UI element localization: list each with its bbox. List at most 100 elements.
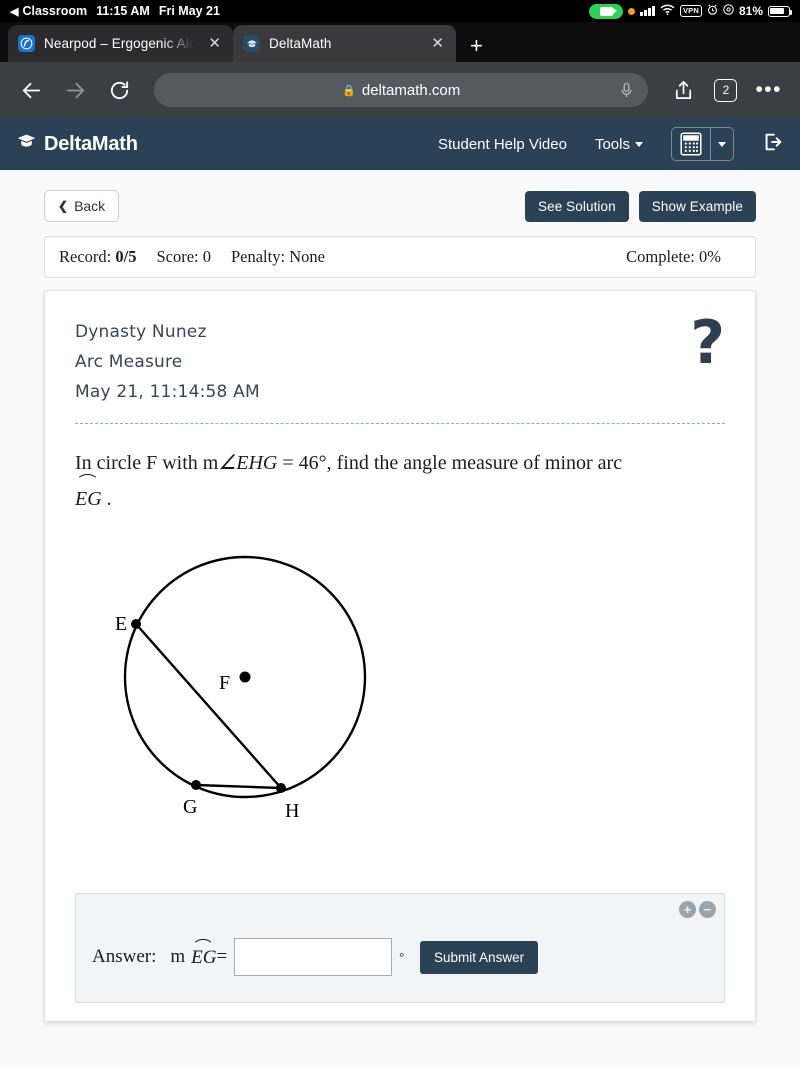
calculator-dropdown-button[interactable] bbox=[710, 128, 733, 160]
measure-symbol: m bbox=[170, 946, 186, 967]
complete-value: 0% bbox=[699, 247, 721, 266]
header-divider bbox=[75, 423, 725, 424]
problem-text-part2: , find the angle measure of minor arc bbox=[326, 452, 623, 474]
circle-figure-svg: E G H F bbox=[115, 555, 367, 822]
back-to-app-arrow-icon[interactable]: ◀ bbox=[10, 5, 18, 18]
screen-recording-indicator-icon bbox=[589, 3, 624, 19]
assignment-header: Dynasty Nunez Arc Measure May 21, 11:14:… bbox=[75, 308, 725, 407]
back-arrow-icon[interactable] bbox=[18, 77, 44, 103]
record-label: Record: bbox=[59, 247, 112, 266]
complete-label: Complete: bbox=[626, 247, 695, 266]
new-tab-button[interactable]: + bbox=[456, 35, 497, 62]
address-bar[interactable]: 🔒 deltamath.com bbox=[154, 73, 649, 107]
assignment-info: Dynasty Nunez Arc Measure May 21, 11:14:… bbox=[75, 317, 260, 407]
close-tab-icon[interactable]: ✕ bbox=[206, 36, 223, 51]
record-group: Record: 0/5 bbox=[59, 247, 136, 267]
back-to-app-label[interactable]: Classroom bbox=[22, 4, 87, 18]
forward-arrow-icon[interactable] bbox=[62, 77, 88, 103]
page-content: ❮ Back See Solution Show Example Record:… bbox=[0, 170, 800, 1067]
arc-overbar-icon bbox=[192, 939, 214, 948]
reload-icon[interactable] bbox=[106, 77, 132, 103]
microphone-icon[interactable] bbox=[619, 82, 634, 99]
problem-period: . bbox=[106, 488, 112, 510]
point-e-dot bbox=[131, 619, 141, 629]
calculator-button-group bbox=[671, 127, 734, 161]
answer-label: Answer: bbox=[92, 946, 157, 967]
answer-panel: + − Answer: m EG = ° Submit Answer bbox=[75, 893, 725, 1003]
answer-arc-name: EG bbox=[191, 947, 217, 968]
student-name: Dynasty Nunez bbox=[75, 322, 207, 342]
wifi-icon bbox=[660, 4, 675, 18]
arc-notation-eg: EG bbox=[75, 474, 102, 516]
question-mark-icon: ? bbox=[690, 308, 725, 378]
show-example-button[interactable]: Show Example bbox=[638, 190, 756, 222]
penalty-value: None bbox=[289, 247, 325, 266]
deltamath-navbar: DeltaMath Student Help Video Tools bbox=[0, 118, 800, 170]
status-bar-right: VPN 81% bbox=[589, 3, 793, 19]
brand-label: DeltaMath bbox=[44, 132, 138, 155]
complete-group: Complete: 0% bbox=[626, 247, 721, 267]
status-bar-time: 11:15 AM bbox=[96, 4, 150, 18]
angle-symbol: ∠ bbox=[218, 452, 237, 474]
tab-title: Nearpod – Ergogenic Aid bbox=[44, 36, 197, 51]
point-h-dot bbox=[276, 783, 286, 793]
deltamath-logo[interactable]: DeltaMath bbox=[16, 131, 138, 158]
browser-toolbar: 🔒 deltamath.com 2 ••• bbox=[0, 62, 800, 118]
status-bar-date: Fri May 21 bbox=[158, 4, 220, 18]
microphone-in-use-dot-icon bbox=[628, 7, 636, 15]
calculator-icon[interactable] bbox=[672, 128, 710, 160]
navbar-right-group: Student Help Video Tools bbox=[438, 127, 784, 161]
solution-buttons: See Solution Show Example bbox=[524, 190, 756, 222]
arc-name: EG bbox=[75, 488, 102, 510]
browser-tab-strip: Nearpod – Ergogenic Aid ✕ DeltaMath ✕ + bbox=[0, 22, 800, 62]
tab-overview-button[interactable]: 2 bbox=[714, 78, 738, 102]
assignment-timestamp: May 21, 11:14:58 AM bbox=[75, 382, 260, 402]
close-tab-icon[interactable]: ✕ bbox=[429, 36, 446, 51]
circle-diagram: E G H F bbox=[75, 530, 725, 835]
score-bar: Record: 0/5 Score: 0 Penalty: None Compl… bbox=[44, 236, 756, 278]
action-toolbar: ❮ Back See Solution Show Example bbox=[44, 188, 756, 224]
vpn-badge-icon: VPN bbox=[679, 5, 702, 17]
battery-icon bbox=[768, 5, 793, 17]
chevron-down-icon bbox=[635, 141, 643, 147]
back-button-label: Back bbox=[74, 198, 106, 214]
lock-icon: 🔒 bbox=[342, 84, 356, 97]
browser-tab-nearpod[interactable]: Nearpod – Ergogenic Aid ✕ bbox=[8, 25, 233, 62]
penalty-label: Penalty: bbox=[230, 247, 286, 266]
angle-value: 46° bbox=[298, 452, 327, 474]
assignment-topic: Arc Measure bbox=[75, 352, 183, 372]
score-group: Score: 0 bbox=[156, 247, 211, 267]
answer-equals: = bbox=[216, 946, 228, 967]
chord-eh bbox=[135, 623, 282, 789]
answer-arc-notation: EG bbox=[191, 939, 217, 969]
url-text-group: 🔒 deltamath.com bbox=[342, 82, 460, 99]
browser-tab-deltamath[interactable]: DeltaMath ✕ bbox=[233, 25, 456, 62]
student-help-video-link[interactable]: Student Help Video bbox=[438, 136, 567, 153]
point-label-f: F bbox=[219, 672, 230, 694]
submit-answer-button[interactable]: Submit Answer bbox=[420, 940, 539, 974]
zoom-in-button[interactable]: + bbox=[679, 901, 696, 918]
score-value: 0 bbox=[202, 247, 211, 266]
angle-name: EHG bbox=[236, 452, 278, 474]
ios-status-bar: ◀ Classroom 11:15 AM Fri May 21 VPN 81% bbox=[0, 0, 800, 22]
problem-card: Dynasty Nunez Arc Measure May 21, 11:14:… bbox=[44, 290, 756, 1022]
tools-label: Tools bbox=[594, 135, 630, 153]
tab-title: DeltaMath bbox=[269, 36, 332, 51]
point-label-e: E bbox=[115, 613, 127, 635]
problem-text-part1: In circle F with m bbox=[75, 452, 219, 474]
more-options-icon[interactable]: ••• bbox=[755, 79, 782, 100]
tools-menu[interactable]: Tools bbox=[595, 136, 643, 153]
zoom-out-button[interactable]: − bbox=[699, 901, 716, 918]
see-solution-button[interactable]: See Solution bbox=[524, 190, 629, 222]
point-label-g: G bbox=[183, 796, 197, 818]
deltamath-favicon-icon bbox=[243, 35, 260, 52]
logout-button[interactable] bbox=[762, 131, 784, 158]
share-icon[interactable] bbox=[670, 77, 696, 103]
answer-row: Answer: m EG = ° Submit Answer bbox=[76, 894, 724, 976]
score-label: Score: bbox=[156, 247, 199, 266]
answer-input[interactable] bbox=[234, 938, 393, 976]
back-button[interactable]: ❮ Back bbox=[44, 190, 120, 222]
status-bar-left: ◀ Classroom 11:15 AM Fri May 21 bbox=[10, 4, 220, 18]
equals-symbol: = bbox=[282, 452, 294, 474]
url-label: deltamath.com bbox=[361, 81, 461, 99]
